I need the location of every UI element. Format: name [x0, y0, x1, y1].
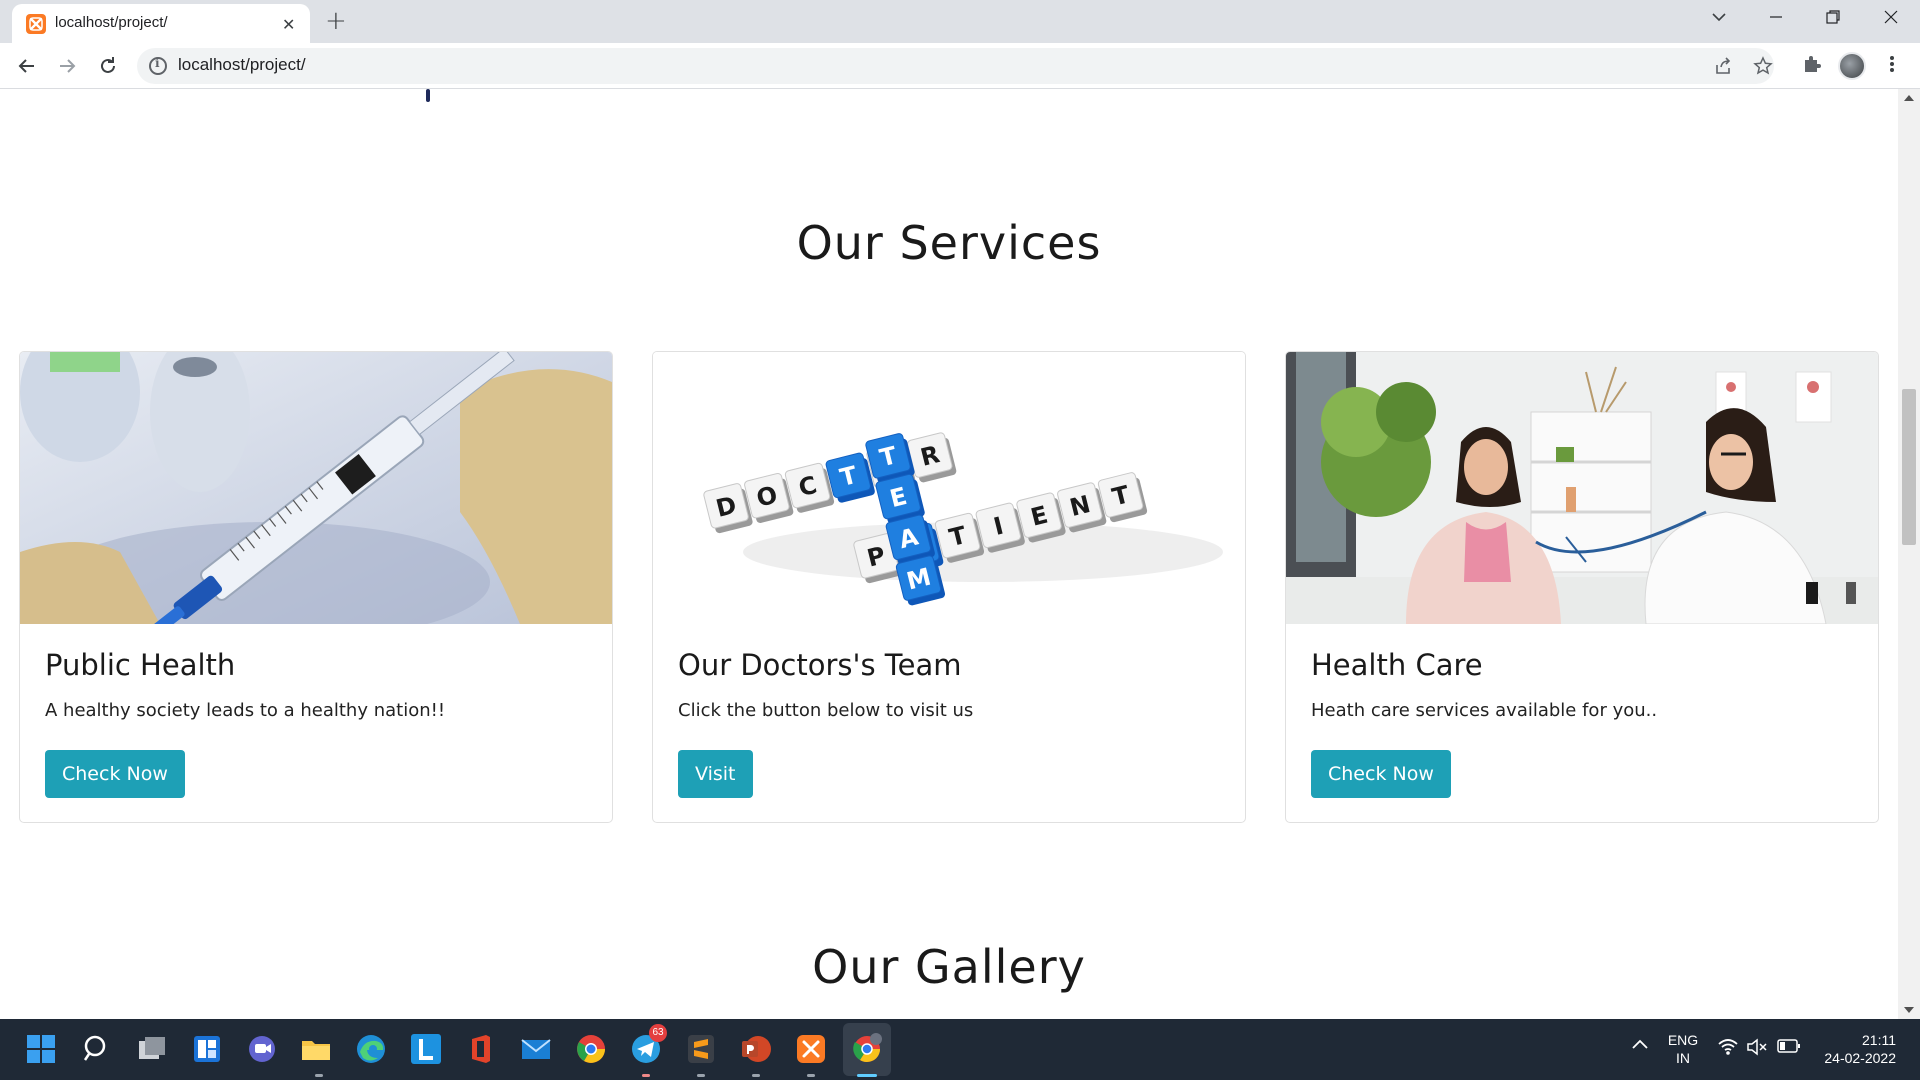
extensions-puzzle-icon[interactable] — [1801, 53, 1823, 79]
battery-icon[interactable] — [1777, 1038, 1811, 1072]
file-explorer-icon[interactable] — [299, 1032, 333, 1066]
chrome-menu-icon[interactable] — [1888, 53, 1896, 79]
search-icon[interactable] — [80, 1032, 114, 1066]
card-title: Public Health — [45, 648, 236, 682]
share-icon[interactable] — [1713, 56, 1733, 80]
widgets-icon[interactable] — [190, 1032, 224, 1066]
close-window-button[interactable] — [1882, 8, 1900, 26]
clock-time: 21:11 — [1862, 1032, 1896, 1048]
tab-search-icon[interactable] — [1710, 8, 1728, 26]
forward-arrow-icon[interactable] — [55, 54, 79, 78]
sublime-text-icon[interactable] — [684, 1032, 718, 1066]
launcher-l-icon[interactable] — [409, 1032, 443, 1066]
new-tab-button[interactable]: + — [325, 6, 347, 36]
volume-muted-icon[interactable] — [1746, 1037, 1780, 1071]
previous-section-edge — [426, 89, 430, 102]
card-title: Health Care — [1311, 648, 1483, 682]
telegram-notification-badge: 63 — [649, 1024, 667, 1042]
reload-icon[interactable] — [96, 54, 120, 78]
tab-close-icon[interactable]: ✕ — [282, 15, 295, 34]
lang-bottom: IN — [1676, 1050, 1690, 1066]
doctor-team-patient-tiles-image: DOCTOR PATIENT TEAM — [653, 352, 1245, 624]
windows-start-icon[interactable] — [24, 1032, 58, 1066]
edge-browser-icon[interactable] — [354, 1032, 388, 1066]
page-scrollbar[interactable] — [1898, 89, 1920, 1019]
running-indicator — [752, 1074, 760, 1077]
service-card-doctors-team: DOCTOR PATIENT TEAM Our Doctors's Team C… — [652, 351, 1246, 823]
bookmark-star-icon[interactable] — [1753, 56, 1773, 80]
xampp-favicon-icon — [26, 14, 46, 34]
windows-taskbar: 63 ENG IN 21:11 24-02-2022 — [0, 1019, 1920, 1080]
check-now-button[interactable]: Check Now — [45, 750, 185, 798]
office-icon[interactable] — [464, 1032, 498, 1066]
card-title: Our Doctors's Team — [678, 648, 962, 682]
doctor-patient-consultation-image — [1286, 352, 1878, 624]
scroll-down-arrow-icon[interactable] — [1904, 1007, 1914, 1013]
xampp-icon[interactable] — [794, 1032, 828, 1066]
service-card-health-care: Health Care Heath care services availabl… — [1285, 351, 1879, 823]
input-language-indicator[interactable]: ENG IN — [1664, 1031, 1702, 1067]
running-indicator — [315, 1074, 323, 1077]
clock[interactable]: 21:11 24-02-2022 — [1810, 1031, 1896, 1067]
card-text: Click the button below to visit us — [678, 700, 974, 721]
syringe-image — [20, 352, 612, 624]
running-indicator — [807, 1074, 815, 1077]
tab-strip: localhost/project/ ✕ + — [0, 0, 1920, 43]
gallery-heading: Our Gallery — [812, 940, 1086, 994]
site-info-icon[interactable] — [149, 56, 167, 75]
scroll-up-arrow-icon[interactable] — [1904, 95, 1914, 101]
lang-top: ENG — [1667, 1032, 1699, 1048]
chrome-icon[interactable] — [574, 1032, 608, 1066]
tab-title: localhost/project/ — [55, 14, 168, 31]
running-indicator — [697, 1074, 705, 1077]
card-text: Heath care services available for you.. — [1311, 700, 1658, 721]
powerpoint-icon[interactable] — [739, 1032, 773, 1066]
profile-avatar[interactable] — [1838, 52, 1866, 80]
services-heading: Our Services — [796, 216, 1102, 270]
browser-toolbar: localhost/project/ — [0, 43, 1920, 89]
browser-tab[interactable]: localhost/project/ ✕ — [12, 4, 310, 43]
check-now-button[interactable]: Check Now — [1311, 750, 1451, 798]
scrollbar-thumb[interactable] — [1902, 389, 1916, 545]
back-arrow-icon[interactable] — [15, 54, 39, 78]
page-viewport: Our Services Public Health A healthy soc… — [0, 89, 1898, 1019]
address-url[interactable]: localhost/project/ — [178, 55, 306, 75]
card-text: A healthy society leads to a healthy nat… — [45, 700, 446, 721]
visit-button[interactable]: Visit — [678, 750, 753, 798]
restore-button[interactable] — [1824, 8, 1842, 26]
running-indicator — [642, 1074, 650, 1077]
active-indicator — [857, 1074, 877, 1077]
show-hidden-icons-chevron-icon[interactable] — [1628, 1033, 1662, 1067]
teams-chat-icon[interactable] — [245, 1032, 279, 1066]
chrome-profile-icon[interactable] — [850, 1032, 884, 1066]
minimize-button[interactable] — [1767, 8, 1785, 26]
task-view-icon[interactable] — [135, 1032, 169, 1066]
clock-date: 24-02-2022 — [1824, 1050, 1896, 1066]
service-card-public-health: Public Health A healthy society leads to… — [19, 351, 613, 823]
address-bar[interactable]: localhost/project/ — [137, 48, 1774, 84]
mail-icon[interactable] — [519, 1032, 553, 1066]
